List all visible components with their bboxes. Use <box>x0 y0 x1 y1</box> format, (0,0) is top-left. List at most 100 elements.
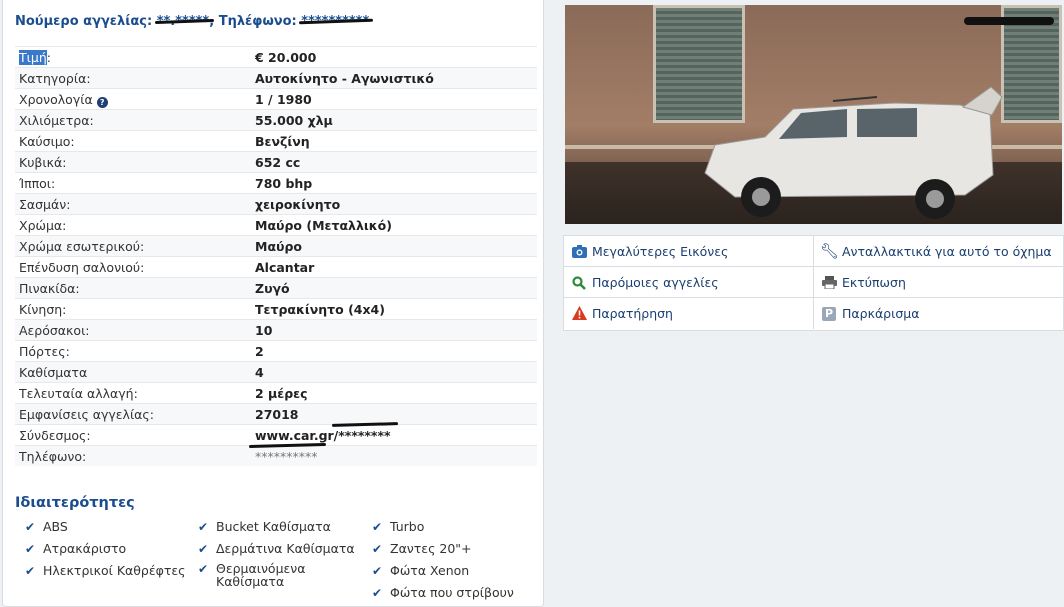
check-icon: ✔ <box>372 520 383 534</box>
spec-label: Καύσιμο: <box>15 130 251 152</box>
spec-value: Μαύρο <box>251 235 537 257</box>
spec-label: Σασμάν: <box>15 193 251 215</box>
search-icon <box>570 267 588 302</box>
spec-label: Χρώμα εσωτερικού: <box>15 235 251 257</box>
larger-images-button[interactable]: Μεγαλύτερες Εικόνες <box>564 236 814 267</box>
check-icon: ✔ <box>372 586 383 600</box>
spare-parts-label: Ανταλλακτικά για αυτό το όχημα <box>842 244 1052 259</box>
feature-item: ✔ Φώτα Xenon <box>372 563 470 578</box>
spec-value: 4 <box>251 361 537 383</box>
similar-ads-label: Παρόμοιες αγγελίες <box>592 275 719 290</box>
spec-row-price: Τιμή: € 20.000 <box>15 46 537 68</box>
print-label: Εκτύπωση <box>842 275 906 290</box>
feature-item: ✔ Ηλεκτρικοί Καθρέφτες <box>25 563 186 578</box>
spec-label: Χιλιόμετρα: <box>15 109 251 131</box>
feature-item: ✔ Bucket Καθίσματα <box>198 519 331 534</box>
ad-link-redacted: ******** <box>338 427 391 443</box>
spec-label: Χρώμα: <box>15 214 251 236</box>
phone-label: Τηλέφωνο: <box>218 14 297 29</box>
ad-header: Νούμερο αγγελίας: **.*****, Τηλέφωνο: **… <box>15 14 370 29</box>
spec-value: Τετρακίνητο (4x4) <box>251 298 537 320</box>
features-column-1: ✔ ABS ✔ Ατρακάριστο ✔ Ηλεκτρικοί Καθρέφτες <box>25 518 195 584</box>
spec-row: Ίπποι: 780 bhp <box>15 172 537 194</box>
spec-row: Καθίσματα 4 <box>15 361 537 383</box>
spec-label: Εμφανίσεις αγγελίας: <box>15 403 251 425</box>
help-icon[interactable]: ? <box>96 96 108 108</box>
spec-value: 780 bhp <box>251 172 537 194</box>
ad-link[interactable]: www.car.gr/ <box>255 428 338 443</box>
check-icon: ✔ <box>198 520 209 534</box>
features-column-2: ✔ Bucket Καθίσματα ✔ Δερμάτινα Καθίσματα ✔… <box>198 518 358 589</box>
check-icon: ✔ <box>25 542 36 556</box>
car-drawing <box>704 86 1003 219</box>
spare-parts-button[interactable]: 🔧︎ Ανταλλακτικά για αυτό το όχημα <box>814 236 1063 267</box>
spec-value: Ζυγό <box>251 277 537 299</box>
spec-value: Βενζίνη <box>251 130 537 152</box>
spec-value: Alcantar <box>251 256 537 278</box>
spec-label: Αερόσακοι: <box>15 319 251 341</box>
camera-icon <box>570 236 588 270</box>
feature-item: ✔ ABS <box>25 519 68 534</box>
ad-number-label: Νούμερο αγγελίας: <box>15 14 153 29</box>
spec-value: Μαύρο (Μεταλλικό) <box>251 214 537 236</box>
spec-row-link: Σύνδεσμος: www.car.gr/******** <box>15 424 537 446</box>
spec-value: 55.000 χλμ <box>251 109 537 131</box>
spec-label: Κατηγορία: <box>15 67 251 89</box>
feature-item: ✔ Δερμάτινα Καθίσματα <box>198 541 355 556</box>
spec-label: Επένδυση σαλονιού: <box>15 256 251 278</box>
spec-value: € 20.000 <box>251 46 537 68</box>
check-icon: ✔ <box>198 562 209 576</box>
spec-row: Τελευταία αλλαγή: 2 μέρες <box>15 382 537 404</box>
spec-row: Επένδυση σαλονιού: Alcantar <box>15 256 537 278</box>
spec-label: Καθίσματα <box>15 361 251 383</box>
warning-icon <box>570 298 588 332</box>
ad-number-value: **.***** <box>156 14 210 29</box>
spec-value: χειροκίνητο <box>251 193 537 215</box>
spec-row: Χρώμα: Μαύρο (Μεταλλικό) <box>15 214 537 236</box>
spec-label: Κίνηση: <box>15 298 251 320</box>
spec-value: 10 <box>251 319 537 341</box>
report-button[interactable]: Παρατήρηση <box>564 298 814 329</box>
spec-label: Πόρτες: <box>15 340 251 362</box>
spec-label: Τελευταία αλλαγή: <box>15 382 251 404</box>
spec-row: Πόρτες: 2 <box>15 340 537 362</box>
parking-button[interactable]: P Παρκάρισμα <box>814 298 1063 329</box>
print-icon <box>820 267 838 301</box>
parking-label: Παρκάρισμα <box>842 306 920 321</box>
feature-item: ✔ Φώτα που στρίβουν <box>372 585 514 600</box>
check-icon: ✔ <box>372 564 383 578</box>
spec-label: Σύνδεσμος: <box>15 424 251 446</box>
spec-value: 1 / 1980 <box>251 88 537 110</box>
spec-row: Χρονολογία? 1 / 1980 <box>15 88 537 110</box>
spec-row: Σασμάν: χειροκίνητο <box>15 193 537 215</box>
parking-icon: P <box>820 298 838 329</box>
spec-label: Τιμή <box>19 49 47 65</box>
spec-row: Κυβικά: 652 cc <box>15 151 537 173</box>
spec-label: Κυβικά: <box>15 151 251 173</box>
print-button[interactable]: Εκτύπωση <box>814 267 1063 298</box>
spec-label: Πινακίδα: <box>15 277 251 299</box>
check-icon: ✔ <box>198 542 209 556</box>
larger-images-label: Μεγαλύτερες Εικόνες <box>592 244 729 259</box>
specs-table: Τιμή: € 20.000 Κατηγορία: Αυτοκίνητο - Αγω… <box>15 46 537 466</box>
feature-item: ✔ Θερμαινόμενα Καθίσματα <box>198 561 306 589</box>
phone-value: ********** <box>301 14 370 29</box>
spec-row: Κατηγορία: Αυτοκίνητο - Αγωνιστικό <box>15 67 537 89</box>
listing-details-panel: Νούμερο αγγελίας: **.*****, Τηλέφωνο: **… <box>2 0 544 607</box>
feature-item: ✔ Ζαντες 20"+ <box>372 541 472 556</box>
spec-row: Πινακίδα: Ζυγό <box>15 277 537 299</box>
spec-row: Καύσιμο: Βενζίνη <box>15 130 537 152</box>
wrench-icon: 🔧︎ <box>820 242 840 260</box>
spec-row: Κίνηση: Τετρακίνητο (4x4) <box>15 298 537 320</box>
spec-row-phone: Τηλέφωνο: ********** <box>15 445 537 466</box>
similar-ads-button[interactable]: Παρόμοιες αγγελίες <box>564 267 814 298</box>
vehicle-photo[interactable] <box>565 5 1062 224</box>
feature-item: ✔ Ατρακάριστο <box>25 541 127 556</box>
feature-item: ✔ Turbo <box>372 519 425 534</box>
phone-redacted: ********** <box>255 448 318 464</box>
features-column-3: ✔ Turbo ✔ Ζαντες 20"+ ✔ Φώτα Xenon ✔ Φώτα πο… <box>372 518 542 606</box>
spec-row: Χρώμα εσωτερικού: Μαύρο <box>15 235 537 257</box>
spec-row: Αερόσακοι: 10 <box>15 319 537 341</box>
spec-label: Χρονολογία <box>19 91 93 107</box>
spec-value: 2 μέρες <box>251 382 537 404</box>
